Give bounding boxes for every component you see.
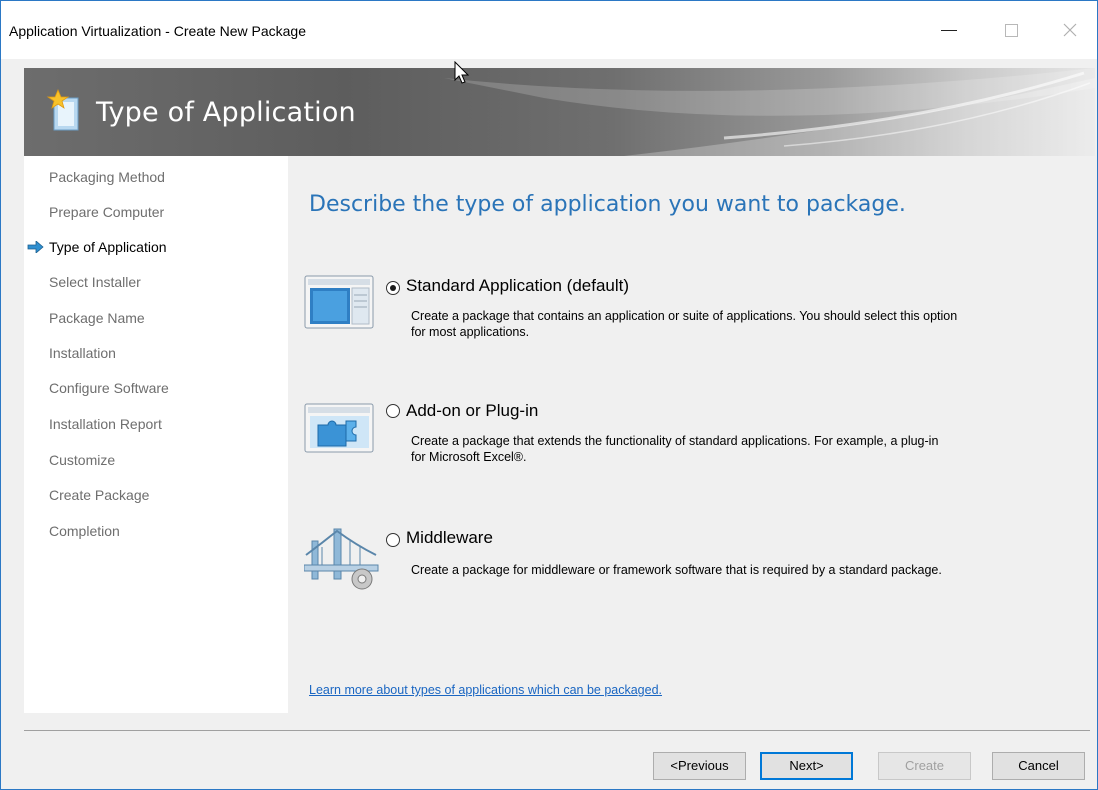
sidebar-item-label: Packaging Method [49,169,165,185]
previous-button[interactable]: <Previous [653,752,746,780]
description-line: Create a package that extends the functi… [411,434,939,448]
main-content: Describe the type of application you wan… [288,156,1095,713]
maximize-button[interactable] [988,11,1034,49]
minimize-icon [941,30,957,31]
sidebar-item-customize: Customize [49,452,115,468]
description-line: for most applications. [411,325,530,339]
current-step-arrow-icon [27,241,44,253]
sidebar-item-create-package: Create Package [49,487,149,503]
sidebar-item-configure-software: Configure Software [49,380,169,396]
sidebar-item-prepare-computer: Prepare Computer [49,204,164,220]
close-button[interactable] [1047,11,1093,49]
standard-application-icon [304,275,374,329]
sidebar-item-select-installer: Select Installer [49,274,141,290]
addon-plugin-label[interactable]: Add-on or Plug-in [406,401,538,421]
description-line: Create a package that contains an applic… [411,309,958,323]
wizard-window: Application Virtualization - Create New … [0,0,1098,790]
middleware-description: Create a package for middleware or frame… [411,562,1091,578]
sidebar-item-installation-report: Installation Report [49,416,162,432]
window-title: Application Virtualization - Create New … [9,23,307,39]
maximize-icon [1005,24,1018,37]
middleware-bridge-icon [304,528,379,590]
standard-application-label[interactable]: Standard Application (default) [406,276,629,296]
middleware-radio[interactable] [386,533,400,547]
title-bar: Application Virtualization - Create New … [1,1,1097,59]
description-line: for Microsoft Excel®. [411,450,527,464]
addon-plugin-radio[interactable] [386,404,400,418]
addon-plugin-description: Create a package that extends the functi… [411,433,1091,465]
sidebar-item-packaging-method: Packaging Method [49,169,165,185]
footer-separator [24,730,1090,731]
sidebar-item-label: Package Name [49,310,145,326]
sidebar-item-label: Select Installer [49,274,141,290]
sidebar-item-label: Customize [49,452,116,468]
page-heading: Describe the type of application you wan… [309,192,906,217]
sidebar-item-installation: Installation [49,345,116,361]
sidebar-item-label: Prepare Computer [49,204,165,220]
sidebar-item-label: Create Package [49,487,150,503]
learn-more-link[interactable]: Learn more about types of applications w… [309,683,662,697]
banner-title: Type of Application [96,97,356,128]
sidebar-item-type-of-application: Type of Application [27,239,167,255]
middleware-label[interactable]: Middleware [406,528,493,548]
sidebar-item-label: Installation [49,345,116,361]
sidebar-item-label: Configure Software [49,380,169,396]
next-button[interactable]: Next> [760,752,853,780]
page-banner: Type of Application [24,68,1095,156]
sidebar-item-label: Installation Report [49,416,162,432]
close-icon [1063,23,1077,37]
standard-application-radio[interactable] [386,281,400,295]
sidebar-item-label: Type of Application [49,239,167,255]
plugin-puzzle-icon [304,403,374,453]
sidebar-item-package-name: Package Name [49,310,145,326]
sidebar-item-completion: Completion [49,523,120,539]
cancel-button[interactable]: Cancel [992,752,1085,780]
wizard-steps-sidebar: Packaging Method Prepare Computer Type o… [24,156,288,713]
minimize-button[interactable] [926,11,972,49]
mouse-cursor-icon [454,61,470,84]
sidebar-item-label: Completion [49,523,120,539]
standard-application-description: Create a package that contains an applic… [411,308,1091,340]
description-line: Create a package for middleware or frame… [411,563,942,577]
create-button[interactable]: Create [878,752,971,780]
new-package-icon [46,88,79,131]
